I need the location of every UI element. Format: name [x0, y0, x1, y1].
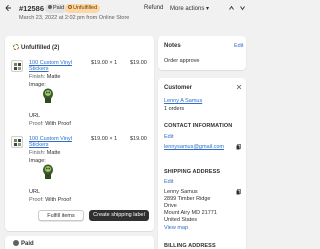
unfulfilled-dot-icon [68, 4, 72, 9]
customer-orders: 1 orders [164, 106, 185, 112]
customer-name-link[interactable]: Lenny A Samus [164, 98, 202, 104]
paid-heading-label: Paid [21, 241, 34, 247]
unfulfilled-heading-label: Unfulfilled (2) [21, 45, 60, 51]
copy-icon[interactable] [236, 189, 241, 195]
address-line: Drive [164, 203, 177, 209]
line-item: 100 Custom Vinyl Stickers $19.00 × 1 $19… [11, 136, 151, 208]
fulfill-items-button[interactable]: Fulfill items [38, 210, 84, 221]
more-actions-button[interactable]: More actions ▾ [170, 5, 209, 12]
proof-value: With Proof [45, 197, 71, 203]
line-item: 100 Custom Vinyl Stickers $19.00 × 1 $19… [11, 60, 151, 132]
address-line: 2899 Timber Ridge [164, 196, 211, 202]
order-header: #12586 Paid Unfulfilled March 23, 2022 a… [0, 0, 250, 24]
paid-card: Paid [5, 236, 154, 249]
chevron-up-icon[interactable] [228, 4, 235, 12]
item-title-link[interactable]: 100 Custom Vinyl Stickers [29, 60, 77, 72]
copy-icon[interactable] [236, 144, 241, 150]
sticker-preview-image[interactable] [41, 163, 55, 181]
notes-title: Notes [164, 43, 181, 49]
item-finish: Finish: Matte [29, 150, 61, 156]
item-total: $19.00 [130, 136, 147, 142]
notes-edit-link[interactable]: Edit [234, 43, 243, 49]
close-icon[interactable] [236, 84, 242, 90]
unfulfilled-card: Unfulfilled (2) 100 Custom Vinyl Sticker… [5, 36, 154, 231]
proof-label: Proof: [29, 121, 44, 127]
sticker-preview-image[interactable] [41, 87, 55, 105]
item-total: $19.00 [130, 60, 147, 66]
shipping-edit-link[interactable]: Edit [164, 179, 173, 185]
notes-card: Notes Edit Order approve [158, 36, 246, 70]
unfulfilled-heading: Unfulfilled (2) [13, 44, 59, 51]
proof-value: With Proof [45, 121, 71, 127]
contact-info-title: CONTACT INFORMATION [164, 123, 233, 129]
finish-label: Finish: [29, 74, 46, 80]
refund-button[interactable]: Refund [144, 5, 163, 11]
address-line: Mount Airy MD 21771 [164, 210, 217, 216]
proof-label: Proof: [29, 197, 44, 203]
unfulfilled-status-icon [13, 44, 19, 50]
order-number: #12586 [19, 4, 45, 13]
sticker-thumbnail-icon [14, 63, 21, 70]
item-title-link[interactable]: 100 Custom Vinyl Stickers [29, 136, 77, 148]
product-thumbnail[interactable] [11, 60, 23, 72]
order-meta: March 23, 2022 at 2:02 pm from Online St… [19, 15, 130, 21]
item-proof: Proof: With Proof [29, 121, 71, 127]
more-actions-label: More actions [170, 6, 205, 12]
item-price: $19.00 × 1 [91, 136, 118, 142]
item-finish: Finish: Matte [29, 74, 61, 80]
chevron-down-nav-icon[interactable] [239, 4, 246, 12]
paid-badge-label: Paid [53, 5, 65, 11]
finish-label: Finish: [29, 150, 46, 156]
paid-status-icon [13, 240, 19, 246]
unfulfilled-badge-label: Unfulfilled [73, 5, 98, 11]
paid-heading: Paid [13, 240, 34, 247]
billing-address-title: BILLING ADDRESS [164, 243, 216, 249]
item-url-label: URL [29, 113, 41, 119]
finish-value: Matte [46, 150, 61, 156]
product-thumbnail[interactable] [11, 136, 23, 148]
chevron-down-icon: ▾ [206, 6, 210, 12]
unfulfilled-badge: Unfulfilled [65, 4, 101, 13]
item-url-label: URL [29, 189, 41, 195]
paid-dot-icon [48, 4, 52, 9]
item-price: $19.00 × 1 [91, 60, 118, 66]
item-proof: Proof: With Proof [29, 197, 71, 203]
shipping-address-title: SHIPPING ADDRESS [164, 169, 221, 175]
view-map-link[interactable]: View map [164, 225, 188, 231]
address-line: Lenny Samus [164, 189, 198, 195]
back-arrow-icon[interactable] [5, 4, 12, 12]
notes-text: Order approve [164, 58, 200, 64]
finish-value: Matte [46, 74, 61, 80]
customer-email-link[interactable]: lennysamus@gmail.com [164, 144, 224, 150]
contact-edit-link[interactable]: Edit [164, 134, 173, 140]
paid-badge: Paid [45, 4, 68, 13]
address-line: United States [164, 217, 198, 223]
create-shipping-label-button[interactable]: Create shipping label [89, 210, 149, 221]
customer-card: Customer Lenny A Samus 1 orders CONTACT … [158, 78, 246, 249]
sticker-thumbnail-icon [14, 139, 21, 146]
customer-title: Customer [164, 85, 193, 91]
